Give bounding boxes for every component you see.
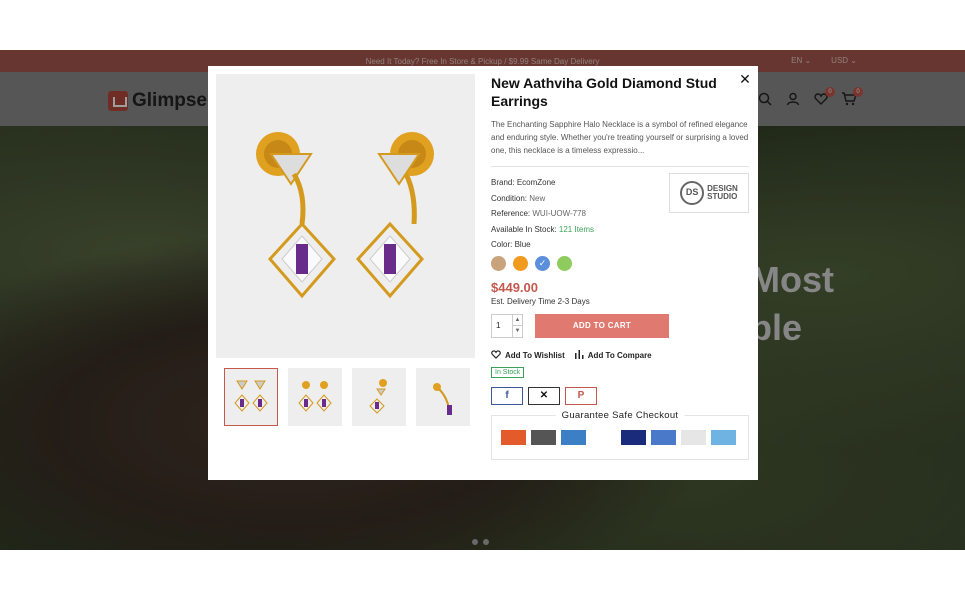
color-swatch-orange[interactable] (513, 255, 528, 271)
product-thumbnail[interactable] (352, 368, 406, 426)
product-thumbnail[interactable] (288, 368, 342, 426)
stock-row: Available In Stock: 121 Items (491, 224, 595, 234)
color-swatch-green[interactable] (557, 255, 572, 271)
product-price: $449.00 (491, 279, 538, 295)
color-row: Color: Blue (491, 240, 531, 249)
product-thumbnail[interactable] (416, 368, 470, 426)
product-thumbnails (224, 368, 470, 426)
payment-cards (501, 429, 736, 445)
add-to-compare-link[interactable]: Add To Compare (574, 349, 652, 361)
heart-icon (491, 349, 501, 361)
x-share-button[interactable]: ✕ (528, 386, 560, 405)
generic-card-icon (651, 429, 676, 445)
visa-icon (621, 429, 646, 445)
add-to-wishlist-link[interactable]: Add To Wishlist (491, 349, 565, 361)
pinterest-share-button[interactable]: P (565, 386, 597, 405)
social-share: f ✕ P (491, 386, 749, 405)
brand-logo[interactable]: DS DESIGN STUDIO (669, 173, 749, 213)
discover-icon (531, 429, 556, 445)
color-swatch-blue[interactable] (535, 255, 550, 271)
product-meta: DS DESIGN STUDIO Brand: EcomZone Conditi… (491, 173, 749, 271)
product-thumbnail[interactable] (224, 368, 278, 426)
bank-card-icon (681, 429, 706, 445)
brand-value[interactable]: EcomZone (517, 178, 556, 187)
color-swatches (491, 255, 749, 271)
product-title: New Aathviha Gold Diamond Stud Earrings (491, 75, 717, 109)
chevron-up-icon[interactable]: ▲ (512, 314, 522, 326)
quantity-stepper[interactable]: 1 ▲ ▼ (491, 313, 523, 338)
brand-logo-text: DESIGN STUDIO (707, 184, 738, 201)
amex-icon (561, 429, 586, 445)
mastercard-icon (501, 429, 526, 445)
divider (491, 166, 749, 167)
purchase-row: 1 ▲ ▼ ADD TO CART (491, 313, 749, 338)
delivery-estimate: Est. Delivery Time 2-3 Days (491, 296, 590, 306)
product-main-image (216, 74, 475, 358)
compare-icon (574, 349, 584, 361)
chevron-down-icon[interactable]: ▼ (512, 325, 522, 337)
pinterest-icon: P (577, 390, 585, 401)
quick-view-modal: ✕ New Aathviha Gold Diamond Stud Earring… (208, 66, 758, 480)
product-actions: Add To Wishlist Add To Compare (491, 349, 749, 361)
add-to-cart-button[interactable]: ADD TO CART (535, 313, 669, 338)
facebook-share-button[interactable]: f (491, 386, 523, 405)
quantity-value[interactable]: 1 (496, 321, 500, 330)
safe-checkout-box: Guarantee Safe Checkout (491, 409, 749, 460)
facebook-icon: f (505, 390, 509, 401)
product-description: The Enchanting Sapphire Halo Necklace is… (491, 120, 749, 155)
x-icon: ✕ (539, 390, 549, 401)
credit-card-icon (711, 429, 736, 445)
stock-badge: In Stock (491, 366, 525, 378)
color-swatch-tan[interactable] (491, 255, 506, 271)
paypal-icon (591, 429, 616, 445)
page: Need It Today? Free In Store & Pickup / … (0, 50, 965, 550)
product-info: New Aathviha Gold Diamond Stud Earrings … (491, 74, 749, 460)
safe-checkout-title: Guarantee Safe Checkout (555, 409, 685, 421)
brand-logo-mark: DS (680, 181, 705, 205)
